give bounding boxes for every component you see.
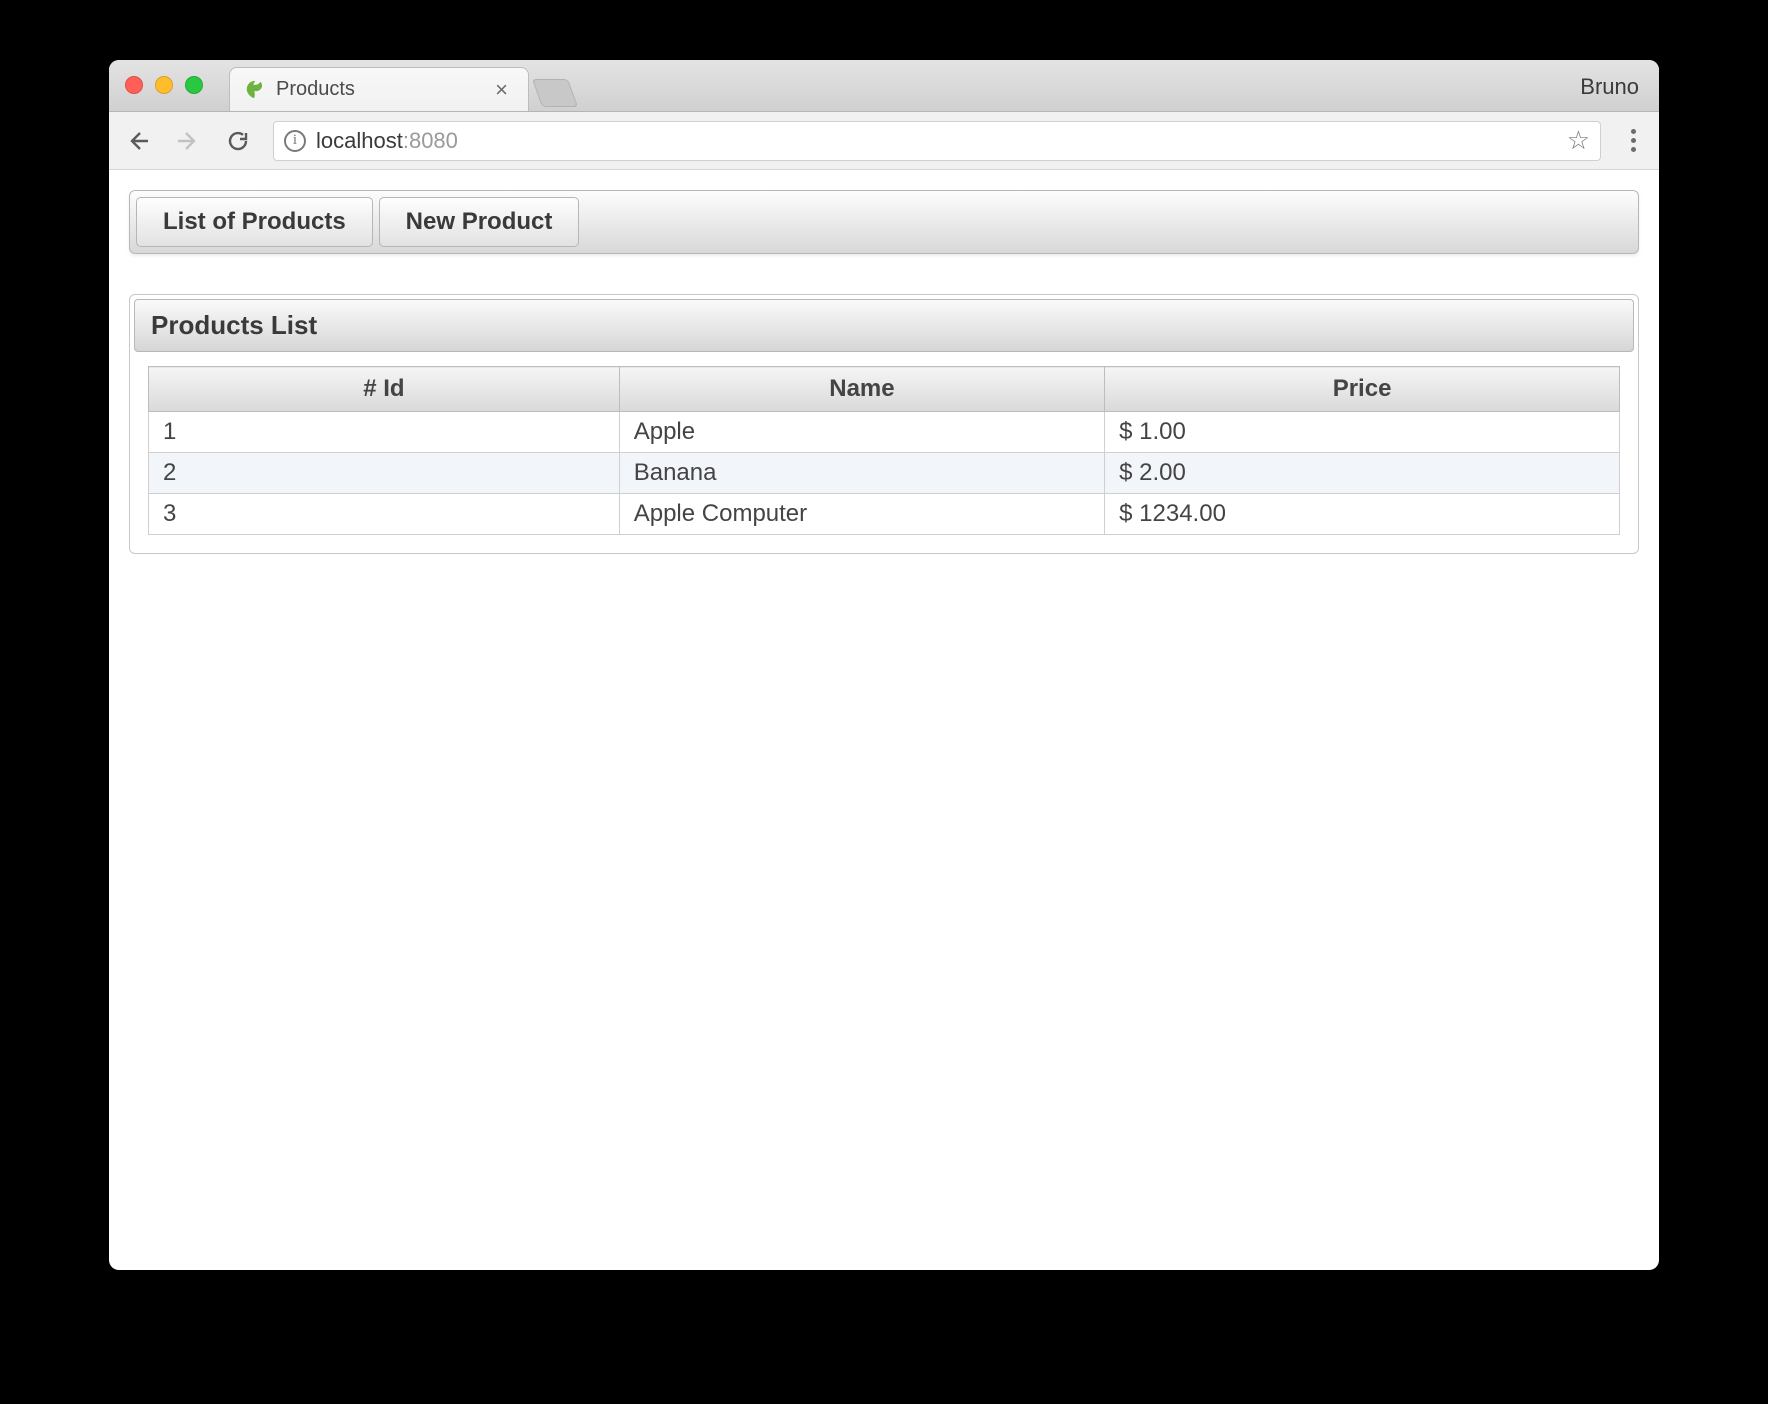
products-panel: Products List # Id Name Price 1 Apple $ … xyxy=(129,294,1639,554)
browser-menu-button[interactable] xyxy=(1621,129,1645,152)
col-header-price: Price xyxy=(1105,367,1620,412)
cell-price: $ 1.00 xyxy=(1105,412,1620,453)
site-info-icon[interactable]: i xyxy=(284,130,306,152)
table-row: 2 Banana $ 2.00 xyxy=(149,453,1620,494)
window-controls xyxy=(125,76,203,94)
cell-name: Apple xyxy=(619,412,1104,453)
address-bar[interactable]: i localhost:8080 ☆ xyxy=(273,121,1601,161)
maximize-window-button[interactable] xyxy=(185,76,203,94)
url-port: :8080 xyxy=(403,128,458,153)
col-header-id: # Id xyxy=(149,367,620,412)
back-button[interactable] xyxy=(123,126,153,156)
table-row: 1 Apple $ 1.00 xyxy=(149,412,1620,453)
forward-button[interactable] xyxy=(173,126,203,156)
cell-price: $ 1234.00 xyxy=(1105,494,1620,535)
browser-toolbar: i localhost:8080 ☆ xyxy=(109,112,1659,170)
page-menubar: List of Products New Product xyxy=(129,190,1639,254)
cell-id: 2 xyxy=(149,453,620,494)
tab-title: Products xyxy=(276,78,479,101)
new-tab-button[interactable] xyxy=(532,79,578,107)
close-window-button[interactable] xyxy=(125,76,143,94)
browser-window: Products × Bruno i localhost:8080 ☆ List… xyxy=(109,60,1659,1270)
spring-leaf-icon xyxy=(244,79,266,101)
products-table: # Id Name Price 1 Apple $ 1.00 2 Banana … xyxy=(148,366,1620,535)
browser-tab[interactable]: Products × xyxy=(229,67,529,111)
new-product-button[interactable]: New Product xyxy=(379,197,580,247)
minimize-window-button[interactable] xyxy=(155,76,173,94)
cell-id: 3 xyxy=(149,494,620,535)
panel-title: Products List xyxy=(134,299,1634,352)
cell-price: $ 2.00 xyxy=(1105,453,1620,494)
cell-id: 1 xyxy=(149,412,620,453)
bookmark-star-icon[interactable]: ☆ xyxy=(1567,125,1590,156)
close-tab-icon[interactable]: × xyxy=(489,77,514,103)
list-of-products-button[interactable]: List of Products xyxy=(136,197,373,247)
url-text: localhost:8080 xyxy=(316,128,1557,154)
reload-button[interactable] xyxy=(223,126,253,156)
cell-name: Banana xyxy=(619,453,1104,494)
page-content: List of Products New Product Products Li… xyxy=(109,170,1659,1270)
table-header-row: # Id Name Price xyxy=(149,367,1620,412)
table-row: 3 Apple Computer $ 1234.00 xyxy=(149,494,1620,535)
url-host: localhost xyxy=(316,128,403,153)
cell-name: Apple Computer xyxy=(619,494,1104,535)
profile-name[interactable]: Bruno xyxy=(1580,74,1639,100)
col-header-name: Name xyxy=(619,367,1104,412)
titlebar: Products × Bruno xyxy=(109,60,1659,112)
